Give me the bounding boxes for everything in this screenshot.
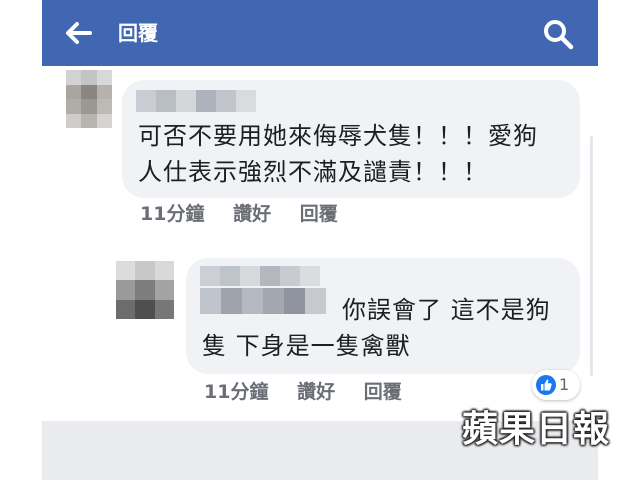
comment-actions: 11分鐘 讚好 回覆	[140, 201, 360, 227]
header-bar: 回覆	[42, 0, 598, 66]
comment-bubble[interactable]: 你誤會了 這不是狗 隻 下身是一隻禽獸	[186, 258, 580, 374]
reaction-count: 1	[559, 375, 570, 394]
thumbs-up-icon	[536, 375, 556, 395]
reaction-badge[interactable]: 1	[532, 370, 580, 400]
arrow-left-icon[interactable]	[64, 20, 92, 46]
reply-button[interactable]: 回覆	[364, 379, 402, 405]
comment-text: 隻 下身是一隻禽獸	[202, 332, 411, 360]
comment-list: 可否不要用她來侮辱犬隻！！！愛狗 人仕表示強烈不滿及譴責！！！ 11分鐘 讚好 …	[42, 66, 598, 421]
comment-timestamp: 11分鐘	[140, 203, 205, 225]
comment-bubble[interactable]: 可否不要用她來侮辱犬隻！！！愛狗 人仕表示強烈不滿及譴責！！！	[122, 80, 580, 198]
commenter-name[interactable]	[200, 266, 320, 286]
comment-timestamp: 11分鐘	[204, 381, 269, 403]
page-title: 回覆	[118, 21, 158, 45]
like-button[interactable]: 讚好	[297, 379, 335, 405]
commenter-name[interactable]	[136, 90, 256, 112]
watermark-logo: 蘋果日報	[462, 408, 611, 450]
scrollbar[interactable]	[590, 136, 593, 376]
comment-text: 可否不要用她來侮辱犬隻！！！愛狗 人仕表示強烈不滿及譴責！！！	[138, 122, 538, 186]
comment-actions: 11分鐘 讚好 回覆	[204, 379, 424, 405]
like-button[interactable]: 讚好	[233, 201, 271, 227]
search-icon[interactable]	[542, 18, 574, 50]
redacted-text	[200, 288, 326, 314]
reply-button[interactable]: 回覆	[300, 201, 338, 227]
avatar[interactable]	[66, 70, 112, 128]
avatar[interactable]	[116, 261, 174, 319]
comment-text: 你誤會了 這不是狗	[342, 296, 551, 324]
